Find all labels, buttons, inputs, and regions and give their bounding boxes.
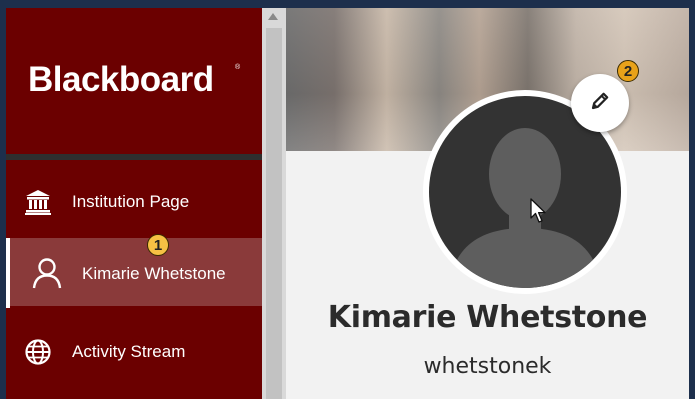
pencil-icon [589, 90, 611, 117]
sidebar-item-activity-stream[interactable]: Activity Stream [6, 316, 262, 384]
sidebar-divider [6, 154, 262, 160]
scroll-up-arrow-icon[interactable] [268, 13, 278, 20]
sidebar-item-label: Activity Stream [72, 342, 186, 361]
globe-icon [25, 339, 51, 370]
sidebar-item-label: Institution Page [72, 192, 190, 211]
sidebar-scrollbar[interactable] [262, 8, 286, 399]
app-window: Blackboard ® Institution Page Kimarie Wh… [6, 8, 689, 399]
user-icon [32, 257, 62, 294]
scroll-thumb[interactable] [266, 28, 282, 399]
profile-username: whetstonek [423, 354, 552, 379]
profile-display-name: Kimarie Whetstone [327, 300, 648, 335]
sidebar: Blackboard ® Institution Page Kimarie Wh… [6, 8, 262, 399]
brand-header: Blackboard ® [6, 8, 262, 154]
edit-avatar-button[interactable] [571, 74, 629, 132]
brand-logo[interactable]: Blackboard [28, 60, 214, 100]
mouse-pointer-icon [530, 198, 548, 229]
callout-badge-1: 1 [147, 234, 169, 256]
sidebar-item-label: Kimarie Whetstone [82, 264, 226, 283]
trademark-symbol: ® [235, 64, 241, 71]
active-indicator [6, 238, 10, 308]
callout-badge-2: 2 [617, 60, 639, 82]
institution-icon [25, 189, 51, 220]
sidebar-item-profile[interactable]: Kimarie Whetstone [6, 238, 262, 308]
sidebar-item-institution-page[interactable]: Institution Page [6, 168, 262, 236]
